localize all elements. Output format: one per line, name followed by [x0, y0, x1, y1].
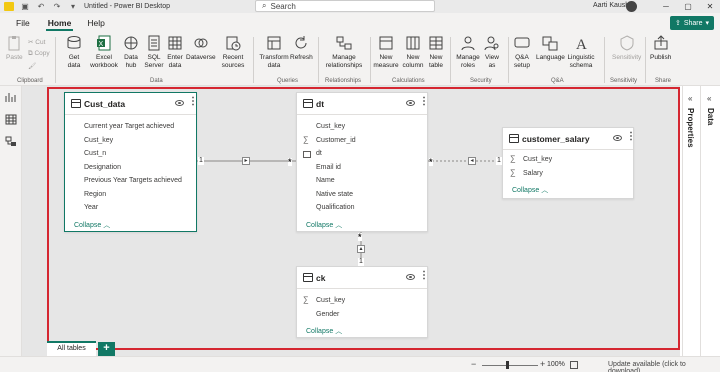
zoom-slider[interactable]	[482, 365, 538, 366]
properties-pane[interactable]: « Properties	[682, 86, 700, 356]
update-available-link[interactable]: Update available (click to download)	[608, 361, 720, 372]
fit-to-screen-icon[interactable]	[570, 361, 578, 369]
zoom-level: 100%	[547, 361, 565, 368]
properties-pane-title: Properties	[686, 108, 695, 148]
data-pane-title: Data	[706, 108, 715, 126]
chevron-left-icon[interactable]: «	[707, 94, 711, 103]
status-bar: − + 100% Update available (click to down…	[0, 356, 720, 372]
zoom-in-button[interactable]: +	[540, 359, 545, 369]
tab-all-tables[interactable]: All tables	[47, 341, 96, 356]
data-pane[interactable]: « Data	[700, 86, 720, 356]
zoom-slider-thumb[interactable]	[506, 361, 509, 369]
highlight-frame	[47, 87, 680, 350]
add-page-button[interactable]: +	[98, 342, 115, 356]
zoom-out-button[interactable]: −	[471, 359, 476, 369]
chevron-left-icon[interactable]: «	[688, 94, 692, 103]
